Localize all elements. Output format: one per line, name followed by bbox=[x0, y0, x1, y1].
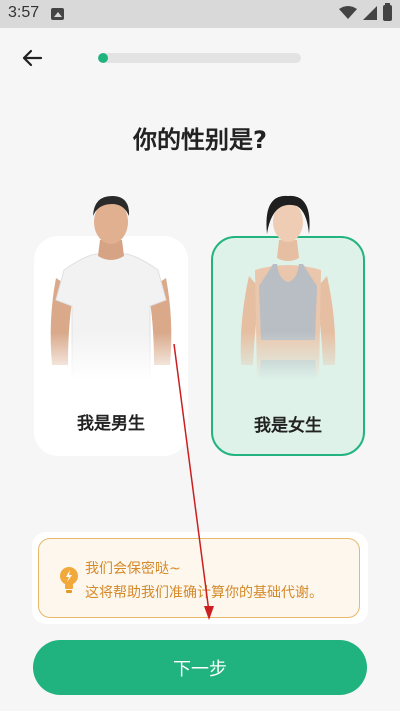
lightbulb-icon bbox=[60, 567, 78, 593]
tip-title: 我们会保密哒~ bbox=[85, 561, 181, 577]
next-button[interactable]: 下一步 bbox=[33, 640, 367, 695]
female-model-image bbox=[240, 195, 336, 380]
progress-fill bbox=[98, 53, 109, 63]
back-button[interactable] bbox=[18, 44, 46, 72]
image-notification-icon bbox=[51, 8, 64, 20]
signal-icon bbox=[363, 6, 377, 20]
wifi-icon bbox=[339, 6, 357, 19]
male-model-image bbox=[50, 196, 172, 380]
privacy-tip: 我们会保密哒~ 这将帮助我们准确计算你的基础代谢。 bbox=[38, 538, 360, 618]
option-male-label: 我是男生 bbox=[77, 414, 145, 434]
battery-icon bbox=[383, 3, 392, 21]
page-title: 你的性别是? bbox=[133, 126, 267, 154]
status-bar: 3:57 bbox=[0, 0, 400, 28]
tip-description: 这将帮助我们准确计算你的基础代谢。 bbox=[85, 585, 323, 601]
progress-bar bbox=[98, 53, 301, 63]
status-icons bbox=[339, 3, 392, 21]
status-time: 3:57 bbox=[8, 4, 40, 21]
arrow-left-icon bbox=[22, 49, 43, 67]
option-female-label: 我是女生 bbox=[254, 416, 322, 436]
